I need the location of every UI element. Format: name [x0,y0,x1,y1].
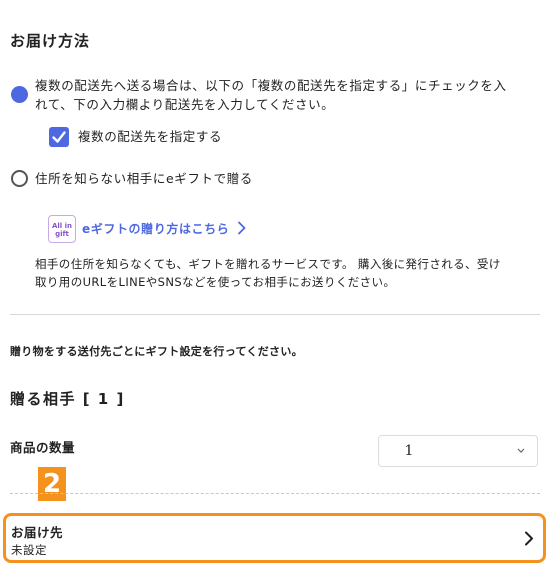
checkmark-icon [52,131,66,143]
multiple-destinations-radio[interactable] [11,86,28,103]
gift-instruction-text: 贈り物をする送付先ごとにギフト設定を行ってください。 [10,345,303,358]
gift-logo-text-2: gift [55,230,69,238]
delivery-method-title: お届け方法 [10,32,91,50]
multiple-destinations-checkbox-label[interactable]: 複数の配送先を指定する [78,127,222,146]
multiple-destinations-line-2: れて、下の入力欄より配送先を入力してください。 [35,97,335,112]
egift-option-label[interactable]: 住所を知らない相手にeギフトで贈る [35,169,253,188]
quantity-value: 1 [404,443,414,459]
recipient-heading: 贈る相手 [ 1 ] [10,390,125,408]
quantity-label: 商品の数量 [10,440,76,455]
delivery-destination-row[interactable]: お届け先 未設定 [3,513,546,563]
chevron-down-icon [517,448,525,453]
egift-howto-link[interactable]: eギフトの贈り方はこちら [82,220,229,237]
destination-title: お届け先 [11,525,64,540]
dashed-divider [10,493,540,494]
egift-radio[interactable] [11,170,28,187]
egift-description-line-1: 相手の住所を知らなくても、ギフトを贈れるサービスです。 購入後に発行される、受け [35,257,501,271]
multiple-destinations-line-1: 複数の配送先へ送る場合は、以下の「複数の配送先を指定する」にチェックを入 [35,78,507,93]
chevron-right-icon [525,531,533,546]
multiple-destinations-description: 複数の配送先へ送る場合は、以下の「複数の配送先を指定する」にチェックを入 れて、… [35,76,545,114]
chevron-right-icon[interactable] [237,221,247,235]
section-divider [10,314,540,315]
gift-logo-text-1: All in [51,222,73,230]
destination-status: 未設定 [11,543,47,557]
egift-description: 相手の住所を知らなくても、ギフトを贈れるサービスです。 購入後に発行される、受け… [35,255,547,291]
step-number-badge: 2 [38,467,66,501]
quantity-select[interactable]: 1 [378,435,538,467]
all-in-gift-logo-icon: All in gift [48,215,76,243]
egift-description-line-2: 取り用のURLをLINEやSNSなどを使ってお相手にお送りください。 [35,275,396,289]
multiple-destinations-checkbox[interactable] [49,127,69,147]
